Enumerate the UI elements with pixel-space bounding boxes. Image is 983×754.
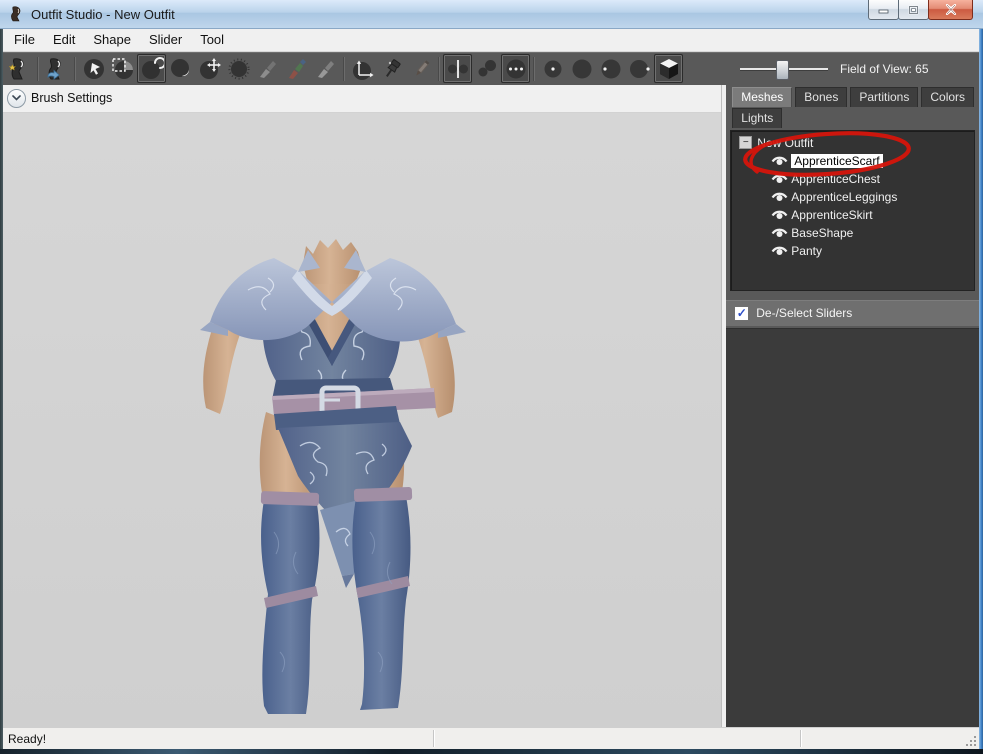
menu-tool[interactable]: Tool bbox=[191, 30, 233, 49]
tree-item-baseshape[interactable]: BaseShape bbox=[731, 224, 974, 242]
alpha-brush-icon[interactable] bbox=[311, 54, 340, 83]
brush-settings-collapse-button[interactable] bbox=[7, 89, 26, 108]
right-panel: Meshes Bones Partitions Colors Lights − … bbox=[726, 85, 979, 727]
fov-label: Field of View: 65 bbox=[840, 62, 929, 76]
tree-item-apprenticechest[interactable]: ApprenticeChest bbox=[731, 170, 974, 188]
tree-item-apprenticeskirt[interactable]: ApprenticeSkirt bbox=[731, 206, 974, 224]
resize-grip[interactable] bbox=[965, 735, 977, 747]
toolbar-separator bbox=[74, 57, 76, 81]
global-brush-toggle-icon[interactable] bbox=[501, 54, 530, 83]
load-reference-icon[interactable] bbox=[42, 54, 71, 83]
menu-shape[interactable]: Shape bbox=[84, 30, 140, 49]
tree-item-label-editbox[interactable]: ApprenticeScarf bbox=[791, 154, 882, 168]
close-button[interactable] bbox=[928, 0, 973, 20]
outfit-model bbox=[150, 232, 510, 722]
tree-item-panty[interactable]: Panty bbox=[731, 242, 974, 260]
brush-falloff-c-icon[interactable] bbox=[596, 54, 625, 83]
transform-tool-icon[interactable] bbox=[348, 54, 377, 83]
window-bottom-border bbox=[0, 749, 983, 754]
tree-item-apprenticescarf[interactable]: ApprenticeScarf bbox=[731, 152, 974, 170]
select-sliders-checkbox[interactable]: ✓ bbox=[734, 306, 749, 321]
eye-icon bbox=[771, 227, 788, 239]
menu-bar: File Edit Shape Slider Tool bbox=[3, 29, 979, 52]
mask-brush-icon[interactable] bbox=[108, 54, 137, 83]
tab-meshes[interactable]: Meshes bbox=[732, 87, 792, 107]
close-icon bbox=[945, 4, 957, 15]
eye-icon bbox=[771, 173, 788, 185]
window-title: Outfit Studio - New Outfit bbox=[31, 7, 175, 22]
chevron-down-icon bbox=[12, 95, 21, 101]
tab-bones[interactable]: Bones bbox=[795, 87, 847, 107]
brush-falloff-a-icon[interactable] bbox=[538, 54, 567, 83]
eye-icon bbox=[771, 191, 788, 203]
color-brush-icon[interactable] bbox=[282, 54, 311, 83]
brush-falloff-d-icon[interactable] bbox=[625, 54, 654, 83]
smooth-brush-icon[interactable] bbox=[224, 54, 253, 83]
tree-item-label: ApprenticeSkirt bbox=[791, 208, 872, 222]
maximize-button[interactable] bbox=[898, 0, 929, 20]
tree-item-label: Panty bbox=[791, 244, 822, 258]
brush-settings-bar: Brush Settings bbox=[3, 85, 721, 113]
select-sliders-label: De-/Select Sliders bbox=[756, 306, 852, 320]
viewport-3d[interactable] bbox=[3, 113, 721, 727]
slider-list-area bbox=[726, 328, 979, 727]
tree-item-label: ApprenticeChest bbox=[791, 172, 880, 186]
menu-slider[interactable]: Slider bbox=[140, 30, 191, 49]
window-right-border bbox=[979, 29, 983, 749]
toolbar-separator bbox=[343, 57, 345, 81]
tab-colors[interactable]: Colors bbox=[921, 87, 974, 107]
status-separator bbox=[800, 730, 801, 747]
tab-partitions[interactable]: Partitions bbox=[850, 87, 918, 107]
eye-icon bbox=[771, 245, 788, 257]
collapse-expander-icon[interactable]: − bbox=[739, 136, 752, 149]
deflate-brush-icon[interactable] bbox=[166, 54, 195, 83]
toolbar-separator bbox=[533, 57, 535, 81]
brush-settings-label: Brush Settings bbox=[31, 91, 112, 105]
select-tool-icon[interactable] bbox=[79, 54, 108, 83]
tree-root-new-outfit[interactable]: − New Outfit bbox=[731, 134, 974, 152]
toolbar-separator bbox=[37, 57, 39, 81]
maximize-icon bbox=[908, 5, 919, 15]
fov-area: Field of View: 65 bbox=[727, 60, 977, 78]
pin-tool-icon[interactable] bbox=[377, 54, 406, 83]
x-mirror-toggle-icon[interactable] bbox=[443, 54, 472, 83]
tree-item-label: ApprenticeLeggings bbox=[791, 190, 897, 204]
mesh-tree: − New Outfit ApprenticeScarf ApprenticeC… bbox=[730, 130, 975, 291]
toolbar: Field of View: 65 bbox=[3, 52, 979, 85]
eye-icon bbox=[771, 209, 788, 221]
weight-brush-icon[interactable] bbox=[253, 54, 282, 83]
outfit-studio-window: Outfit Studio - New Outfit File Edit Sha… bbox=[0, 0, 983, 754]
perspective-toggle-icon[interactable] bbox=[654, 54, 683, 83]
eye-icon bbox=[771, 155, 788, 167]
vertex-edit-icon[interactable] bbox=[406, 54, 435, 83]
tab-lights[interactable]: Lights bbox=[732, 108, 782, 128]
menu-edit[interactable]: Edit bbox=[44, 30, 84, 49]
title-bar[interactable]: Outfit Studio - New Outfit bbox=[0, 0, 983, 29]
minimize-button[interactable] bbox=[868, 0, 899, 20]
minimize-icon bbox=[878, 5, 889, 14]
tree-item-apprenticeleggings[interactable]: ApprenticeLeggings bbox=[731, 188, 974, 206]
tree-item-label: BaseShape bbox=[791, 226, 853, 240]
tree-root-label: New Outfit bbox=[757, 136, 813, 150]
new-project-icon[interactable] bbox=[5, 54, 34, 83]
fov-slider[interactable] bbox=[740, 60, 828, 78]
select-sliders-row[interactable]: ✓ De-/Select Sliders bbox=[726, 300, 979, 326]
app-icon bbox=[9, 6, 25, 22]
status-separator bbox=[433, 730, 434, 747]
brush-falloff-b-icon[interactable] bbox=[567, 54, 596, 83]
fov-slider-thumb[interactable] bbox=[776, 60, 789, 80]
status-bar: Ready! bbox=[3, 727, 979, 749]
connected-only-toggle-icon[interactable] bbox=[472, 54, 501, 83]
menu-file[interactable]: File bbox=[5, 30, 44, 49]
toolbar-separator bbox=[438, 57, 440, 81]
move-brush-icon[interactable] bbox=[195, 54, 224, 83]
inflate-brush-icon[interactable] bbox=[137, 54, 166, 83]
status-text: Ready! bbox=[8, 732, 46, 746]
